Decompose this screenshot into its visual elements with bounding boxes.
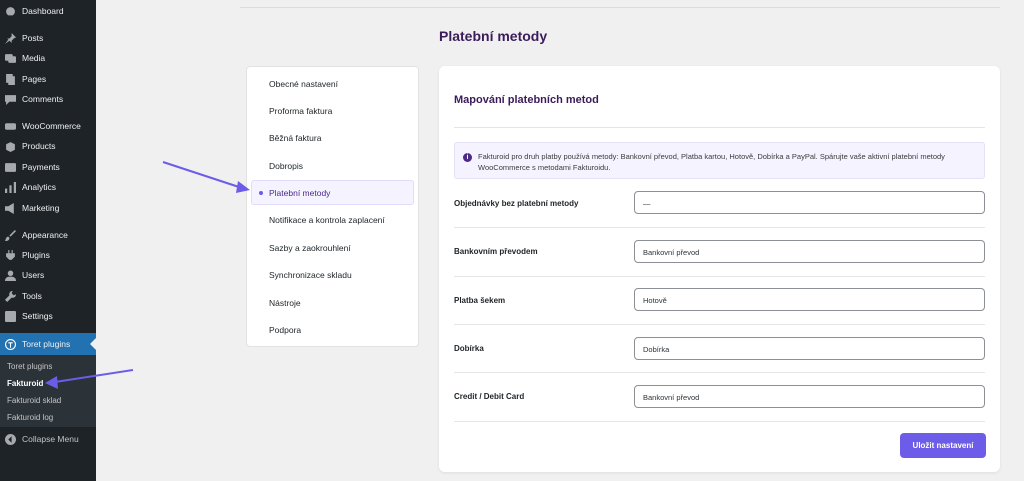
settings-nav: Obecné nastavení Proforma faktura Běžná … — [246, 66, 419, 347]
pages-icon — [5, 73, 16, 85]
menu-media[interactable]: Media — [0, 48, 96, 68]
menu-dashboard[interactable]: Dashboard — [0, 1, 96, 21]
submenu-fakturoid[interactable]: Fakturoid — [7, 379, 43, 388]
row-label-card: Credit / Debit Card — [454, 392, 525, 401]
nav-item-proforma[interactable]: Proforma faktura — [269, 106, 332, 116]
collapse-icon — [5, 433, 16, 445]
menu-payments[interactable]: Payments — [0, 157, 96, 177]
analytics-icon — [5, 181, 16, 193]
plugins-icon — [5, 249, 16, 261]
nav-item-podpora[interactable]: Podpora — [269, 325, 301, 335]
notice-text: Fakturoid pro druh platby používá metody… — [478, 152, 945, 172]
menu-users[interactable]: Users — [0, 265, 96, 285]
pin-icon — [5, 32, 16, 44]
nav-item-dobropis[interactable]: Dobropis — [269, 161, 303, 171]
menu-settings[interactable]: Settings — [0, 306, 96, 326]
dashboard-icon — [5, 6, 16, 17]
select-cod[interactable]: Dobírka — [634, 337, 985, 360]
save-settings-button[interactable]: Uložit nastavení — [900, 433, 986, 458]
row-label-cod: Dobírka — [454, 344, 484, 353]
nav-item-synchronizace[interactable]: Synchronizace skladu — [269, 270, 352, 280]
nav-item-platebni-metody[interactable]: Platební metody — [251, 180, 414, 205]
woocommerce-icon — [5, 121, 16, 132]
media-icon — [5, 53, 16, 64]
divider — [454, 227, 985, 228]
select-card[interactable]: Bankovní převod — [634, 385, 985, 408]
menu-appearance[interactable]: Appearance — [0, 225, 96, 245]
tools-icon — [5, 290, 16, 302]
menu-woocommerce[interactable]: WooCommerce — [0, 116, 96, 136]
submenu-fakturoid-sklad[interactable]: Fakturoid sklad — [7, 396, 61, 405]
users-icon — [5, 270, 16, 281]
menu-tools[interactable]: Tools — [0, 286, 96, 306]
select-bank-transfer[interactable]: Bankovní převod — [634, 240, 985, 263]
arrow-to-active-nav — [162, 161, 250, 193]
nav-item-obecne[interactable]: Obecné nastavení — [269, 79, 338, 89]
row-label-bank-transfer: Bankovním převodem — [454, 247, 538, 256]
admin-sidebar: Dashboard Posts Media Pages Comments Woo… — [0, 0, 96, 481]
info-notice: i Fakturoid pro druh platby používá meto… — [454, 142, 985, 179]
submenu-toret-plugins[interactable]: Toret plugins — [7, 362, 52, 371]
row-label-cheque: Platba šekem — [454, 296, 506, 305]
nav-item-nastroje[interactable]: Nástroje — [269, 298, 301, 308]
nav-item-sazby[interactable]: Sazby a zaokrouhlení — [269, 243, 351, 253]
marketing-icon — [5, 202, 16, 214]
menu-toret-plugins[interactable]: Toret plugins — [0, 333, 96, 355]
submenu-fakturoid-log[interactable]: Fakturoid log — [7, 413, 53, 422]
divider — [454, 324, 985, 325]
settings-icon — [5, 310, 16, 322]
divider — [454, 421, 985, 422]
active-dot-icon — [259, 191, 263, 195]
toret-icon — [5, 338, 16, 350]
menu-posts[interactable]: Posts — [0, 28, 96, 48]
page-title: Platební metody — [439, 28, 548, 44]
menu-pages[interactable]: Pages — [0, 69, 96, 89]
divider — [454, 372, 985, 373]
appearance-icon — [5, 229, 16, 241]
mapping-card: Mapování platebních metod i Fakturoid pr… — [439, 66, 1000, 472]
top-divider — [240, 7, 1000, 8]
menu-marketing[interactable]: Marketing — [0, 198, 96, 218]
nav-item-bezna-faktura[interactable]: Běžná faktura — [269, 133, 321, 143]
section-title: Mapování platebních metod — [454, 94, 599, 106]
nav-item-notifikace[interactable]: Notifikace a kontrola zaplacení — [269, 215, 385, 225]
toret-submenu: Toret plugins Fakturoid Fakturoid sklad … — [0, 355, 96, 427]
row-label-no-method: Objednávky bez platební metody — [454, 199, 579, 208]
divider — [454, 276, 985, 277]
collapse-menu-button[interactable]: Collapse Menu — [0, 429, 96, 449]
payments-icon — [5, 162, 16, 173]
menu-products[interactable]: Products — [0, 136, 96, 156]
select-cheque[interactable]: Hotově — [634, 288, 985, 311]
select-no-method[interactable]: — — [634, 191, 985, 214]
products-icon — [5, 141, 16, 152]
comments-icon — [5, 94, 16, 105]
divider — [454, 127, 985, 128]
menu-analytics[interactable]: Analytics — [0, 177, 96, 197]
menu-comments[interactable]: Comments — [0, 89, 96, 109]
info-icon: i — [463, 153, 472, 162]
menu-plugins[interactable]: Plugins — [0, 245, 96, 265]
